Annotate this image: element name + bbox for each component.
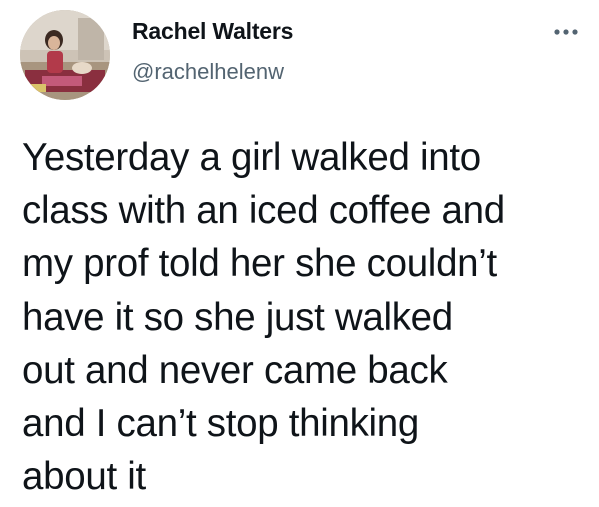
author-display-name[interactable]: Rachel Walters xyxy=(132,17,293,45)
more-options-icon xyxy=(554,29,578,35)
tweet-card: Rachel Walters @rachelhelenw Yesterday a… xyxy=(0,0,599,507)
avatar-photo-icon xyxy=(20,10,110,100)
more-options-button[interactable] xyxy=(548,20,588,44)
tweet-text: Yesterday a girl walked into class with … xyxy=(22,136,505,499)
author-handle[interactable]: @rachelhelenw xyxy=(132,59,284,85)
author-avatar[interactable] xyxy=(20,10,110,100)
